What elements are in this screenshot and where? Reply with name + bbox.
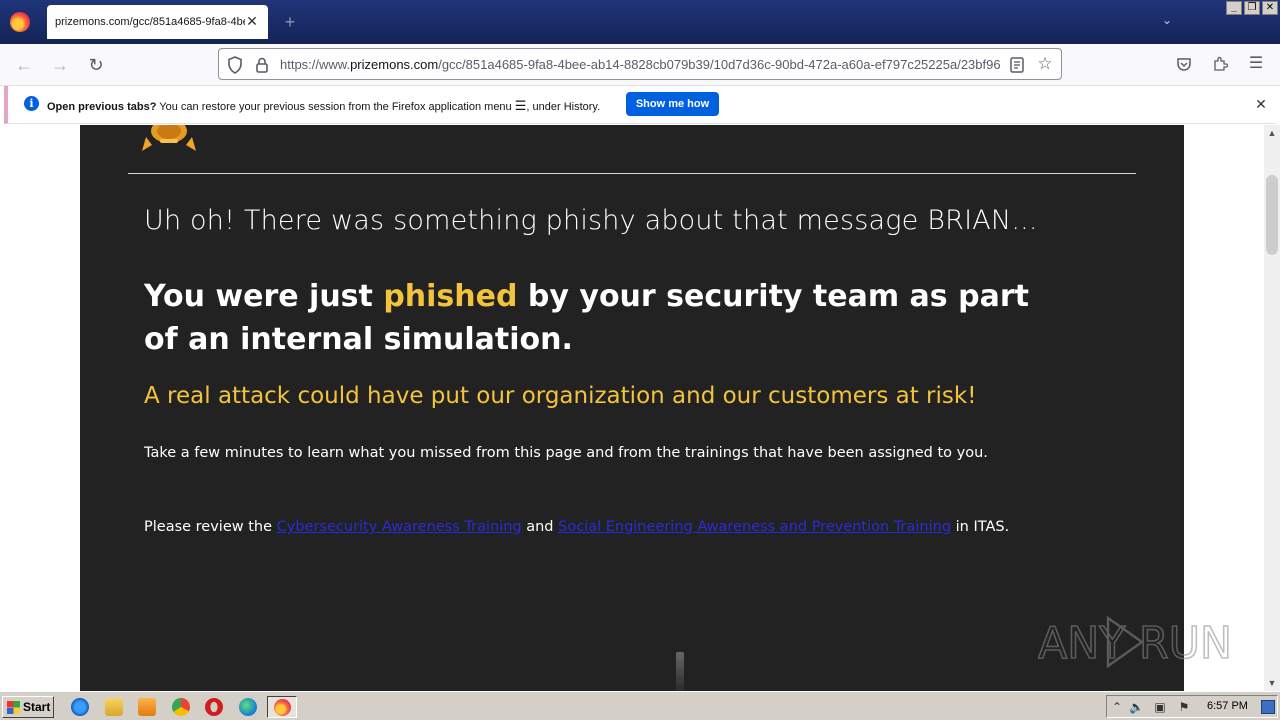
shield-icon[interactable] bbox=[227, 56, 243, 74]
close-window-button[interactable]: ✕ bbox=[1262, 1, 1278, 15]
menu-icon: ☰ bbox=[514, 98, 527, 113]
window-controls: _ ❐ ✕ bbox=[1226, 1, 1278, 15]
svg-text:ANY RUN: ANY RUN bbox=[1038, 618, 1232, 669]
anyrun-watermark: ANY RUN bbox=[1038, 615, 1233, 670]
folder-icon[interactable] bbox=[105, 698, 123, 716]
notification-text: Open previous tabs? You can restore your… bbox=[47, 98, 601, 113]
scroll-up-icon[interactable]: ▲ bbox=[1264, 125, 1280, 141]
opera-icon[interactable] bbox=[205, 698, 223, 716]
tab-bar: prizemons.com/gcc/851a4685-9fa8-4bee ✕ +… bbox=[0, 0, 1280, 44]
extensions-icon[interactable] bbox=[1209, 53, 1231, 75]
tab-title: prizemons.com/gcc/851a4685-9fa8-4bee bbox=[55, 16, 245, 28]
start-button[interactable]: Start bbox=[2, 696, 54, 718]
headline: You were just phished by your security t… bbox=[144, 279, 1029, 357]
show-hidden-icons-icon[interactable]: ⌃ bbox=[1110, 700, 1124, 714]
social-engineering-training-link[interactable]: Social Engineering Awareness and Prevent… bbox=[558, 519, 951, 535]
chevron-down-icon[interactable]: ⌄ bbox=[1158, 13, 1176, 31]
info-icon: i bbox=[24, 96, 39, 111]
clock[interactable]: 6:57 PM bbox=[1207, 700, 1248, 712]
page-viewport: Uh oh! There was something phishy about … bbox=[0, 125, 1264, 691]
badge-logo bbox=[142, 125, 196, 151]
navigation-bar: ← → ↻ https://www.prizemons.com/gcc/851a… bbox=[0, 44, 1280, 86]
close-icon[interactable]: ✕ bbox=[1252, 95, 1270, 113]
windows-flag-icon bbox=[7, 701, 20, 714]
minimize-button[interactable]: _ bbox=[1226, 1, 1242, 15]
restore-button[interactable]: ❐ bbox=[1244, 1, 1260, 15]
scroll-thumb[interactable] bbox=[1266, 175, 1278, 255]
scroll-down-icon[interactable]: ▼ bbox=[1264, 675, 1280, 691]
instructions-text: Take a few minutes to learn what you mis… bbox=[144, 445, 988, 461]
network-icon[interactable]: ▣ bbox=[1153, 700, 1167, 714]
forward-button[interactable]: → bbox=[48, 53, 72, 77]
url-bar[interactable]: https://www.prizemons.com/gcc/851a4685-9… bbox=[218, 48, 1062, 80]
content-panel: Uh oh! There was something phishy about … bbox=[80, 125, 1233, 691]
firefox-icon[interactable] bbox=[10, 12, 30, 32]
training-text: Please review the Cybersecurity Awarenes… bbox=[144, 519, 1010, 535]
loading-indicator bbox=[676, 652, 684, 691]
hamburger-menu-icon[interactable]: ☰ bbox=[1245, 53, 1267, 75]
flag-icon[interactable]: ⚑ bbox=[1177, 700, 1191, 714]
restore-session-notification: i Open previous tabs? You can restore yo… bbox=[4, 86, 1276, 124]
edge-icon[interactable] bbox=[239, 698, 257, 716]
url-text: https://www.prizemons.com/gcc/851a4685-9… bbox=[280, 57, 1001, 72]
warning-text: A real attack could have put our organiz… bbox=[144, 383, 977, 409]
volume-icon[interactable]: 🔈 bbox=[1129, 700, 1144, 714]
reader-view-icon[interactable] bbox=[1009, 56, 1025, 74]
show-desktop-icon[interactable] bbox=[1261, 700, 1275, 714]
firefox-icon bbox=[274, 699, 291, 716]
system-tray: ⌃ 🔈 ▣ ⚑ 6:57 PM bbox=[1106, 695, 1278, 718]
scrollbar[interactable]: ▲ ▼ bbox=[1264, 125, 1280, 691]
close-icon[interactable]: ✕ bbox=[244, 13, 260, 29]
chrome-icon[interactable] bbox=[172, 698, 190, 716]
ie-icon[interactable] bbox=[71, 698, 89, 716]
show-me-how-button[interactable]: Show me how bbox=[626, 92, 719, 116]
media-player-icon[interactable] bbox=[138, 698, 156, 716]
new-tab-icon[interactable]: + bbox=[280, 12, 300, 32]
lead-text: Uh oh! There was something phishy about … bbox=[144, 205, 1038, 236]
taskbar: Start ⌃ 🔈 ▣ ⚑ 6:57 PM bbox=[0, 691, 1280, 720]
header-divider bbox=[128, 173, 1136, 174]
tab-active[interactable]: prizemons.com/gcc/851a4685-9fa8-4bee ✕ bbox=[47, 5, 268, 39]
bookmark-star-icon[interactable]: ☆ bbox=[1035, 54, 1055, 74]
lock-icon[interactable] bbox=[255, 56, 269, 74]
reload-button[interactable]: ↻ bbox=[84, 53, 108, 77]
back-button[interactable]: ← bbox=[12, 53, 36, 77]
headline-highlight: phished bbox=[383, 279, 518, 314]
pocket-icon[interactable] bbox=[1173, 53, 1195, 75]
cybersecurity-training-link[interactable]: Cybersecurity Awareness Training bbox=[277, 519, 522, 535]
taskbar-firefox-button[interactable] bbox=[267, 696, 297, 718]
